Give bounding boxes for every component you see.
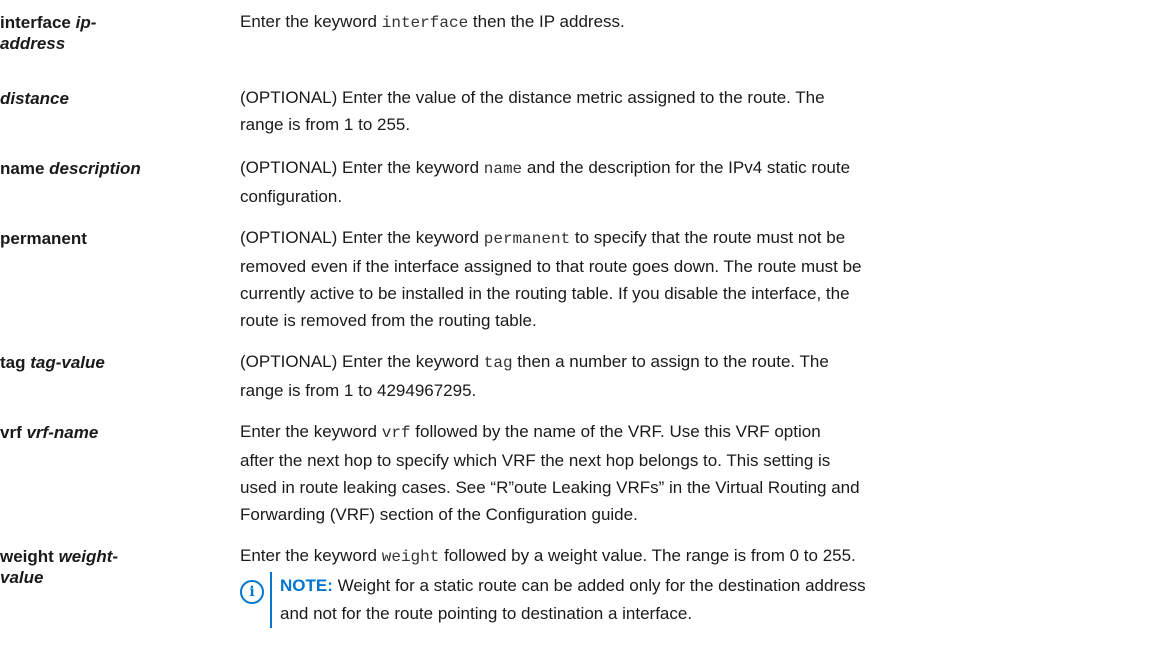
param-term: name description xyxy=(0,158,220,179)
param-term: tag tag-value xyxy=(0,352,220,373)
argument: description xyxy=(49,159,141,178)
note-callout: i NOTE: Weight for a static route can be… xyxy=(240,572,1155,628)
param-description: (OPTIONAL) Enter the value of the distan… xyxy=(240,88,825,134)
param-description: Enter the keyword vrf followed by the na… xyxy=(240,422,860,524)
param-term: vrf vrf-name xyxy=(0,422,220,443)
param-term: weight weight- value xyxy=(0,546,220,588)
inline-code: weight xyxy=(381,548,440,566)
inline-code: interface xyxy=(381,14,469,32)
note-text: NOTE: Weight for a static route can be a… xyxy=(280,576,866,623)
param-description: (OPTIONAL) Enter the keyword tag then a … xyxy=(240,352,829,400)
keyword: tag xyxy=(0,353,26,372)
note-divider xyxy=(270,572,272,628)
info-icon: i xyxy=(240,580,264,604)
inline-code: permanent xyxy=(483,230,571,248)
argument: value xyxy=(0,568,44,587)
keyword: weight xyxy=(0,547,54,566)
param-description: Enter the keyword weight followed by a w… xyxy=(240,546,856,566)
param-description: (OPTIONAL) Enter the keyword permanent t… xyxy=(240,228,862,330)
param-description: (OPTIONAL) Enter the keyword name and th… xyxy=(240,158,851,206)
inline-code: vrf xyxy=(381,424,411,442)
inline-code: name xyxy=(483,160,523,178)
param-description: Enter the keyword interface then the IP … xyxy=(240,12,625,32)
keyword: name xyxy=(0,159,45,178)
argument: ip- xyxy=(75,13,97,32)
keyword: permanent xyxy=(0,229,87,248)
param-term: permanent xyxy=(0,228,220,249)
param-term: interface ip- address xyxy=(0,12,220,54)
keyword: vrf xyxy=(0,423,22,442)
note-label: NOTE: xyxy=(280,576,333,595)
keyword: interface xyxy=(0,13,71,32)
inline-code: tag xyxy=(483,354,513,372)
argument: tag-value xyxy=(30,353,105,372)
argument: vrf-name xyxy=(26,423,99,442)
argument: distance xyxy=(0,89,69,108)
argument: address xyxy=(0,34,66,53)
argument: weight- xyxy=(58,547,119,566)
param-term: distance xyxy=(0,88,220,109)
